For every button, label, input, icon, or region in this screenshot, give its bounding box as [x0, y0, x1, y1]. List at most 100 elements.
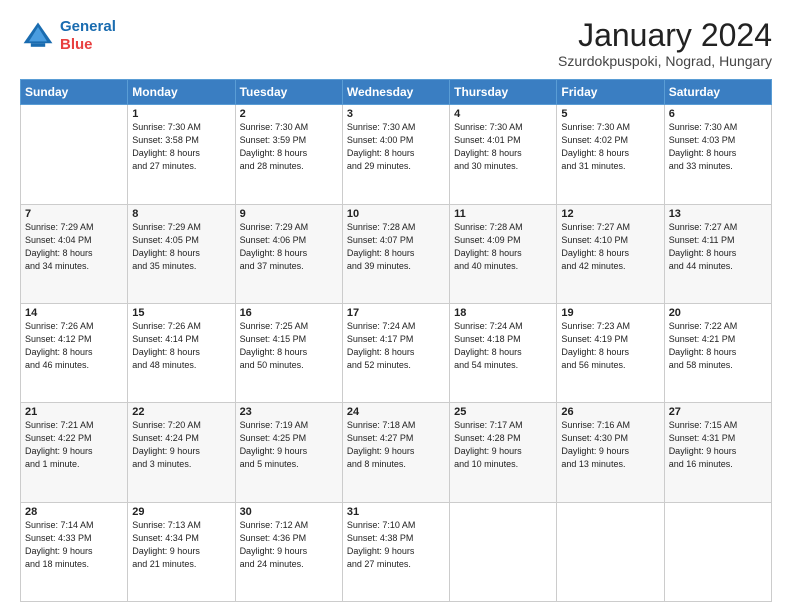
- day-number-15: 15: [132, 307, 230, 319]
- day-info-16: Sunrise: 7:25 AM Sunset: 4:15 PM Dayligh…: [240, 320, 338, 372]
- day-number-22: 22: [132, 406, 230, 418]
- logo-icon: [20, 18, 56, 54]
- weekday-monday: Monday: [128, 80, 235, 105]
- day-number-11: 11: [454, 208, 552, 220]
- day-cell-29: 29Sunrise: 7:13 AM Sunset: 4:34 PM Dayli…: [128, 502, 235, 601]
- day-number-10: 10: [347, 208, 445, 220]
- day-info-4: Sunrise: 7:30 AM Sunset: 4:01 PM Dayligh…: [454, 121, 552, 173]
- day-info-25: Sunrise: 7:17 AM Sunset: 4:28 PM Dayligh…: [454, 419, 552, 471]
- weekday-friday: Friday: [557, 80, 664, 105]
- day-cell-13: 13Sunrise: 7:27 AM Sunset: 4:11 PM Dayli…: [664, 204, 771, 303]
- day-cell-19: 19Sunrise: 7:23 AM Sunset: 4:19 PM Dayli…: [557, 303, 664, 402]
- day-cell-28: 28Sunrise: 7:14 AM Sunset: 4:33 PM Dayli…: [21, 502, 128, 601]
- day-info-19: Sunrise: 7:23 AM Sunset: 4:19 PM Dayligh…: [561, 320, 659, 372]
- week-row-2: 7Sunrise: 7:29 AM Sunset: 4:04 PM Daylig…: [21, 204, 772, 303]
- day-cell-24: 24Sunrise: 7:18 AM Sunset: 4:27 PM Dayli…: [342, 403, 449, 502]
- day-number-24: 24: [347, 406, 445, 418]
- calendar: SundayMondayTuesdayWednesdayThursdayFrid…: [20, 79, 772, 602]
- day-number-7: 7: [25, 208, 123, 220]
- day-info-7: Sunrise: 7:29 AM Sunset: 4:04 PM Dayligh…: [25, 221, 123, 273]
- day-number-4: 4: [454, 108, 552, 120]
- day-info-28: Sunrise: 7:14 AM Sunset: 4:33 PM Dayligh…: [25, 519, 123, 571]
- day-cell-7: 7Sunrise: 7:29 AM Sunset: 4:04 PM Daylig…: [21, 204, 128, 303]
- day-cell-14: 14Sunrise: 7:26 AM Sunset: 4:12 PM Dayli…: [21, 303, 128, 402]
- day-info-30: Sunrise: 7:12 AM Sunset: 4:36 PM Dayligh…: [240, 519, 338, 571]
- day-number-14: 14: [25, 307, 123, 319]
- day-number-5: 5: [561, 108, 659, 120]
- day-number-30: 30: [240, 506, 338, 518]
- day-number-31: 31: [347, 506, 445, 518]
- day-cell-15: 15Sunrise: 7:26 AM Sunset: 4:14 PM Dayli…: [128, 303, 235, 402]
- day-number-25: 25: [454, 406, 552, 418]
- day-number-3: 3: [347, 108, 445, 120]
- day-info-13: Sunrise: 7:27 AM Sunset: 4:11 PM Dayligh…: [669, 221, 767, 273]
- weekday-sunday: Sunday: [21, 80, 128, 105]
- empty-cell: [450, 502, 557, 601]
- day-info-20: Sunrise: 7:22 AM Sunset: 4:21 PM Dayligh…: [669, 320, 767, 372]
- day-number-21: 21: [25, 406, 123, 418]
- day-info-10: Sunrise: 7:28 AM Sunset: 4:07 PM Dayligh…: [347, 221, 445, 273]
- day-info-29: Sunrise: 7:13 AM Sunset: 4:34 PM Dayligh…: [132, 519, 230, 571]
- day-info-14: Sunrise: 7:26 AM Sunset: 4:12 PM Dayligh…: [25, 320, 123, 372]
- day-number-13: 13: [669, 208, 767, 220]
- day-cell-6: 6Sunrise: 7:30 AM Sunset: 4:03 PM Daylig…: [664, 105, 771, 204]
- day-number-1: 1: [132, 108, 230, 120]
- day-number-20: 20: [669, 307, 767, 319]
- weekday-wednesday: Wednesday: [342, 80, 449, 105]
- day-info-24: Sunrise: 7:18 AM Sunset: 4:27 PM Dayligh…: [347, 419, 445, 471]
- day-cell-20: 20Sunrise: 7:22 AM Sunset: 4:21 PM Dayli…: [664, 303, 771, 402]
- day-number-8: 8: [132, 208, 230, 220]
- day-number-17: 17: [347, 307, 445, 319]
- week-row-3: 14Sunrise: 7:26 AM Sunset: 4:12 PM Dayli…: [21, 303, 772, 402]
- day-cell-17: 17Sunrise: 7:24 AM Sunset: 4:17 PM Dayli…: [342, 303, 449, 402]
- day-info-5: Sunrise: 7:30 AM Sunset: 4:02 PM Dayligh…: [561, 121, 659, 173]
- week-row-1: 1Sunrise: 7:30 AM Sunset: 3:58 PM Daylig…: [21, 105, 772, 204]
- day-info-23: Sunrise: 7:19 AM Sunset: 4:25 PM Dayligh…: [240, 419, 338, 471]
- day-cell-8: 8Sunrise: 7:29 AM Sunset: 4:05 PM Daylig…: [128, 204, 235, 303]
- day-info-12: Sunrise: 7:27 AM Sunset: 4:10 PM Dayligh…: [561, 221, 659, 273]
- day-cell-18: 18Sunrise: 7:24 AM Sunset: 4:18 PM Dayli…: [450, 303, 557, 402]
- weekday-thursday: Thursday: [450, 80, 557, 105]
- day-info-9: Sunrise: 7:29 AM Sunset: 4:06 PM Dayligh…: [240, 221, 338, 273]
- day-info-27: Sunrise: 7:15 AM Sunset: 4:31 PM Dayligh…: [669, 419, 767, 471]
- location-subtitle: Szurdokpuspoki, Nograd, Hungary: [558, 53, 772, 69]
- day-info-21: Sunrise: 7:21 AM Sunset: 4:22 PM Dayligh…: [25, 419, 123, 471]
- week-row-5: 28Sunrise: 7:14 AM Sunset: 4:33 PM Dayli…: [21, 502, 772, 601]
- day-cell-26: 26Sunrise: 7:16 AM Sunset: 4:30 PM Dayli…: [557, 403, 664, 502]
- day-cell-9: 9Sunrise: 7:29 AM Sunset: 4:06 PM Daylig…: [235, 204, 342, 303]
- empty-cell: [664, 502, 771, 601]
- day-cell-2: 2Sunrise: 7:30 AM Sunset: 3:59 PM Daylig…: [235, 105, 342, 204]
- day-cell-10: 10Sunrise: 7:28 AM Sunset: 4:07 PM Dayli…: [342, 204, 449, 303]
- day-info-31: Sunrise: 7:10 AM Sunset: 4:38 PM Dayligh…: [347, 519, 445, 571]
- day-cell-25: 25Sunrise: 7:17 AM Sunset: 4:28 PM Dayli…: [450, 403, 557, 502]
- weekday-saturday: Saturday: [664, 80, 771, 105]
- day-cell-5: 5Sunrise: 7:30 AM Sunset: 4:02 PM Daylig…: [557, 105, 664, 204]
- logo-text: General Blue: [60, 18, 116, 54]
- day-cell-16: 16Sunrise: 7:25 AM Sunset: 4:15 PM Dayli…: [235, 303, 342, 402]
- day-cell-22: 22Sunrise: 7:20 AM Sunset: 4:24 PM Dayli…: [128, 403, 235, 502]
- day-number-28: 28: [25, 506, 123, 518]
- day-info-6: Sunrise: 7:30 AM Sunset: 4:03 PM Dayligh…: [669, 121, 767, 173]
- day-cell-12: 12Sunrise: 7:27 AM Sunset: 4:10 PM Dayli…: [557, 204, 664, 303]
- week-row-4: 21Sunrise: 7:21 AM Sunset: 4:22 PM Dayli…: [21, 403, 772, 502]
- day-info-1: Sunrise: 7:30 AM Sunset: 3:58 PM Dayligh…: [132, 121, 230, 173]
- empty-cell: [21, 105, 128, 204]
- day-info-3: Sunrise: 7:30 AM Sunset: 4:00 PM Dayligh…: [347, 121, 445, 173]
- day-number-6: 6: [669, 108, 767, 120]
- title-block: January 2024 Szurdokpuspoki, Nograd, Hun…: [558, 18, 772, 69]
- day-info-26: Sunrise: 7:16 AM Sunset: 4:30 PM Dayligh…: [561, 419, 659, 471]
- day-cell-3: 3Sunrise: 7:30 AM Sunset: 4:00 PM Daylig…: [342, 105, 449, 204]
- day-number-26: 26: [561, 406, 659, 418]
- day-number-9: 9: [240, 208, 338, 220]
- day-info-17: Sunrise: 7:24 AM Sunset: 4:17 PM Dayligh…: [347, 320, 445, 372]
- day-number-2: 2: [240, 108, 338, 120]
- day-cell-23: 23Sunrise: 7:19 AM Sunset: 4:25 PM Dayli…: [235, 403, 342, 502]
- day-info-8: Sunrise: 7:29 AM Sunset: 4:05 PM Dayligh…: [132, 221, 230, 273]
- day-number-12: 12: [561, 208, 659, 220]
- day-cell-1: 1Sunrise: 7:30 AM Sunset: 3:58 PM Daylig…: [128, 105, 235, 204]
- page: General Blue January 2024 Szurdokpuspoki…: [0, 0, 792, 612]
- day-info-22: Sunrise: 7:20 AM Sunset: 4:24 PM Dayligh…: [132, 419, 230, 471]
- day-cell-31: 31Sunrise: 7:10 AM Sunset: 4:38 PM Dayli…: [342, 502, 449, 601]
- day-info-15: Sunrise: 7:26 AM Sunset: 4:14 PM Dayligh…: [132, 320, 230, 372]
- day-cell-21: 21Sunrise: 7:21 AM Sunset: 4:22 PM Dayli…: [21, 403, 128, 502]
